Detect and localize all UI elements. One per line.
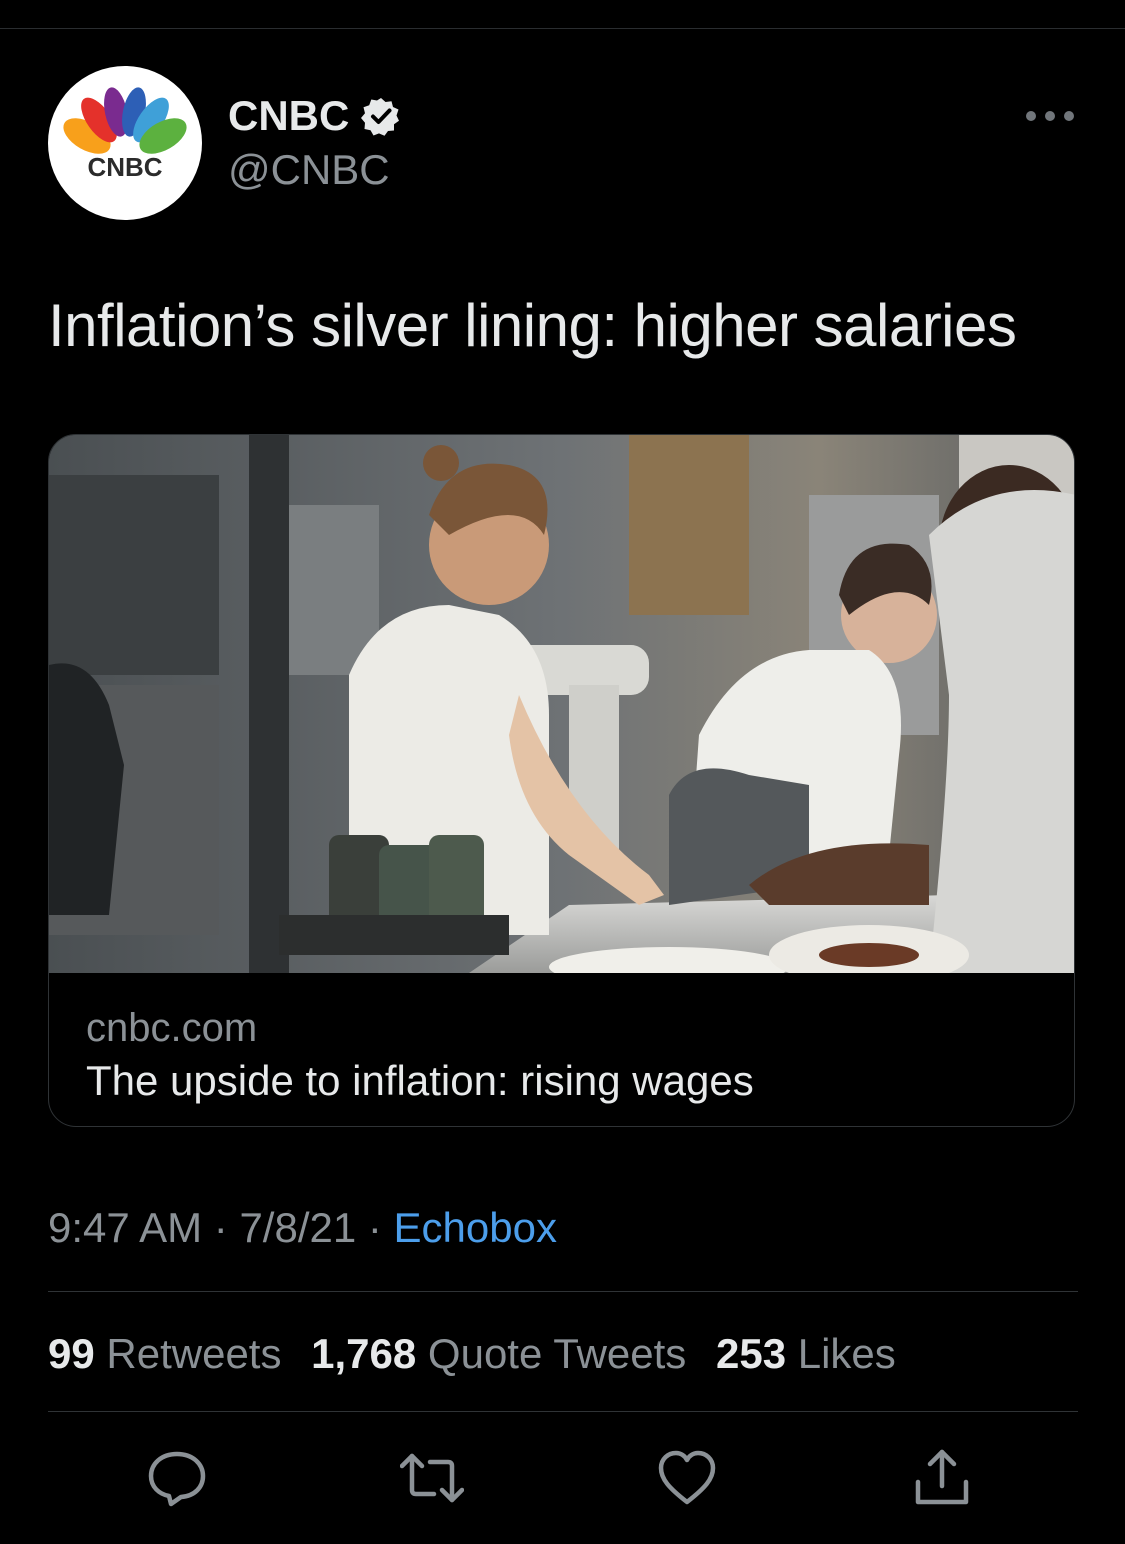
tweet-time: 9:47 AM [48,1204,203,1251]
meta-separator: · [356,1204,394,1251]
svg-text:CNBC: CNBC [87,152,162,182]
likes-count: 253 [715,1330,787,1377]
like-icon[interactable] [655,1446,719,1510]
likes-label: Likes [797,1330,896,1377]
display-name[interactable]: CNBC [228,92,401,140]
retweet-icon[interactable] [400,1446,464,1510]
tweet-meta: 9:47 AM · 7/8/21 · Echobox [48,1200,557,1256]
quote-tweets-count: 1,768 [311,1330,417,1377]
tweet-date: 7/8/21 [239,1204,357,1251]
card-image [49,435,1074,973]
quote-tweets-stat[interactable]: 1,768 Quote Tweets [311,1330,686,1377]
tweet-source-link[interactable]: Echobox [394,1204,557,1251]
card-domain: cnbc.com [86,1006,258,1050]
card-title: The upside to inflation: rising wages [86,1057,754,1104]
divider [48,1411,1078,1412]
cnbc-peacock-logo: CNBC [63,87,187,182]
display-name-text: CNBC [228,92,350,139]
top-divider [0,28,1125,29]
retweets-label: Retweets [106,1330,282,1377]
tweet-stats: 99 Retweets 1,768 Quote Tweets 253 Likes [48,1326,914,1382]
verified-badge-icon [361,96,401,136]
retweets-count: 99 [48,1330,95,1377]
link-card[interactable]: cnbc.com The upside to inflation: rising… [48,434,1075,1127]
retweets-stat[interactable]: 99 Retweets [48,1330,281,1377]
divider [48,1291,1078,1292]
reply-icon[interactable] [145,1446,209,1510]
likes-stat[interactable]: 253 Likes [716,1330,896,1377]
kitchen-photo [49,435,1074,973]
avatar[interactable]: CNBC [48,66,202,220]
tweet-text: Inflation’s silver lining: higher salari… [48,292,1017,359]
quote-tweets-label: Quote Tweets [427,1330,687,1377]
meta-separator: · [202,1204,240,1251]
more-dots-icon[interactable] [1026,104,1074,128]
user-handle[interactable]: @CNBC [228,146,390,194]
share-icon[interactable] [910,1446,974,1510]
